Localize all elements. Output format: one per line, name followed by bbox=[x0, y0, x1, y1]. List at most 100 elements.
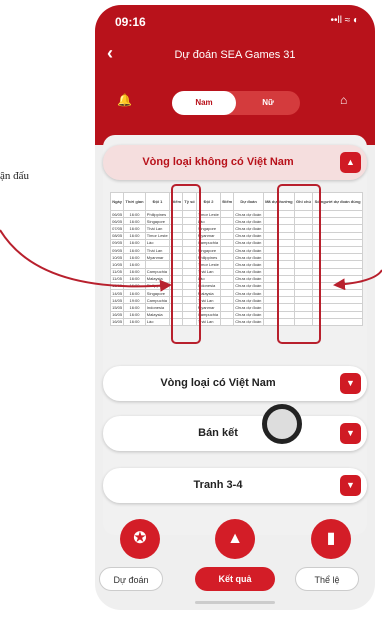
table-row: 16/05 16:00 Malaysia Campuchia Chưa dự đoán bbox=[109, 310, 363, 319]
table-cell bbox=[220, 231, 235, 240]
table-cell: 16:00 bbox=[123, 231, 146, 240]
table-cell: 10/05 bbox=[109, 260, 125, 269]
table-cell: Chưa dự đoán bbox=[233, 281, 264, 291]
table-cell bbox=[220, 303, 235, 312]
home-icon[interactable]: ⌂ bbox=[340, 93, 347, 107]
medal-icon[interactable]: ✪ bbox=[120, 519, 160, 559]
group-label: Vòng loại có Việt Nam bbox=[160, 377, 276, 389]
column-header: Dự đoán bbox=[233, 192, 264, 211]
table-cell: 16:00 bbox=[123, 281, 146, 291]
table-row: 10/05 16:00 Myanmar Philippines Chưa dự đoán bbox=[109, 253, 363, 262]
table-cell: 11/05 bbox=[109, 274, 125, 283]
table-cell bbox=[220, 209, 235, 219]
table-row: 11/05 16:00 Malaysia Lào Chưa dự đoán bbox=[109, 274, 363, 283]
table-cell: Philippines bbox=[144, 209, 171, 219]
table-cell: 15/05 bbox=[109, 303, 125, 312]
table-cell bbox=[220, 238, 235, 247]
table-cell: Philippines bbox=[144, 281, 171, 291]
phone-screen: 09:16 ••ll ≈ ◐ ‹ Dự đoán SEA Games 31 🔔 … bbox=[95, 5, 375, 610]
table-cell: 11/05 bbox=[109, 267, 125, 276]
table-cell: Chưa dự đoán bbox=[233, 253, 264, 262]
table-cell: Chưa dự đoán bbox=[233, 317, 264, 327]
table-cell bbox=[220, 310, 235, 319]
table-cell: Chưa dự đoán bbox=[233, 296, 264, 305]
tab-nu[interactable]: Nữ bbox=[236, 91, 300, 115]
group-vong-loai-co-vn[interactable]: Vòng loại có Việt Nam ▼ bbox=[103, 366, 367, 401]
floating-assist-button[interactable] bbox=[262, 404, 302, 444]
status-time: 09:16 bbox=[115, 15, 146, 29]
table-cell bbox=[144, 260, 171, 269]
column-header: Điểm bbox=[220, 192, 235, 211]
home-indicator bbox=[195, 601, 275, 604]
table-cell: 16/05 bbox=[109, 317, 125, 327]
column-header: Thời gian bbox=[123, 192, 146, 211]
table-cell bbox=[220, 289, 235, 298]
du-doan-button[interactable]: Dự đoán bbox=[99, 567, 163, 591]
chevron-down-icon[interactable]: ▼ bbox=[340, 475, 361, 496]
table-row: 09/05 16:00 Thái Lan Singapore Chưa dự đoán bbox=[109, 245, 363, 255]
table-cell: 16:00 bbox=[123, 224, 146, 233]
table-cell bbox=[220, 296, 235, 305]
table-cell: 16:00 bbox=[123, 303, 146, 312]
table-row: 14/05 16:00 Singapore Malaysia Chưa dự đoán bbox=[109, 289, 363, 298]
table-cell: 16:00 bbox=[123, 260, 146, 269]
the-le-button[interactable]: Thể lệ bbox=[295, 567, 359, 591]
column-header: Đội 1 bbox=[144, 192, 171, 211]
chevron-down-icon[interactable]: ▼ bbox=[340, 373, 361, 394]
gender-toggle[interactable]: Nam Nữ bbox=[172, 91, 300, 115]
ket-qua-button[interactable]: Kết quả bbox=[195, 567, 275, 591]
bell-icon[interactable]: 🔔 bbox=[117, 93, 132, 107]
table-cell bbox=[220, 281, 235, 291]
table-cell: Thái Lan bbox=[144, 245, 171, 255]
chevron-up-icon[interactable]: ▲ bbox=[340, 152, 361, 173]
group-label: Tranh 3-4 bbox=[193, 479, 243, 491]
table-cell: 16:00 bbox=[123, 217, 146, 226]
chevron-down-icon[interactable]: ▼ bbox=[340, 423, 361, 444]
table-cell bbox=[220, 224, 235, 233]
table-row: 15/05 16:00 Indonesia Myanmar Chưa dự đoán bbox=[109, 303, 363, 312]
table-row: 13/05 16:00 Philippines Indonesia Chưa dự đo… bbox=[109, 281, 363, 291]
table-cell: 09/05 bbox=[109, 238, 125, 247]
table-cell: Chưa dự đoán bbox=[233, 267, 264, 276]
table-row: 11/05 16:00 Campuchia Thái Lan Chưa dự đoán bbox=[109, 267, 363, 276]
group-vong-loai-khong-vn[interactable]: Vòng loại không có Việt Nam ▲ bbox=[103, 145, 367, 180]
table-cell bbox=[220, 260, 235, 269]
table-cell: Thái Lan bbox=[144, 224, 171, 233]
table-cell: Lào bbox=[144, 317, 171, 327]
table-row: 14/05 19:00 Campuchia Thái Lan Chưa dự đoán bbox=[109, 296, 363, 305]
table-cell: 14/05 bbox=[109, 296, 125, 305]
book-icon[interactable]: ▮ bbox=[311, 519, 351, 559]
match-table: Ngày Thời gian Đội 1 Điểm Tỷ số Đội 2 Điểm Dự đ… bbox=[109, 192, 363, 327]
table-cell: Timor Leste bbox=[144, 231, 171, 240]
table-cell: Chưa dự đoán bbox=[233, 238, 264, 247]
table-cell: Chưa dự đoán bbox=[233, 260, 264, 269]
table-cell: Myanmar bbox=[144, 253, 171, 262]
table-row: 07/05 16:00 Thái Lan Singapore Chưa dự đoán bbox=[109, 224, 363, 233]
table-cell: Chưa dự đoán bbox=[233, 224, 264, 233]
table-cell: Chưa dự đoán bbox=[233, 245, 264, 255]
table-cell: 10/05 bbox=[109, 253, 125, 262]
group-tranh-3-4[interactable]: Tranh 3-4 ▼ bbox=[103, 468, 367, 503]
content-panel: Vòng loại không có Việt Nam ▲ Ngày Thời g… bbox=[103, 135, 367, 535]
table-cell bbox=[220, 253, 235, 262]
header-banner: 09:16 ••ll ≈ ◐ ‹ Dự đoán SEA Games 31 🔔 … bbox=[95, 5, 375, 145]
group-label: Vòng loại không có Việt Nam bbox=[142, 156, 294, 168]
table-cell bbox=[220, 274, 235, 283]
table-row: 06/05 16:00 Singapore Lào Chưa dự đoán bbox=[109, 217, 363, 226]
table-cell: 16:00 bbox=[123, 317, 146, 327]
group-ban-ket[interactable]: Bán kết ▼ bbox=[103, 416, 367, 451]
table-cell: 07/05 bbox=[109, 224, 125, 233]
highlight-code-column bbox=[277, 184, 321, 344]
table-cell: 14/05 bbox=[109, 289, 125, 298]
table-cell: 16:00 bbox=[123, 238, 146, 247]
table-cell: Chưa dự đoán bbox=[233, 209, 264, 219]
table-cell bbox=[220, 217, 235, 226]
page-title: Dự đoán SEA Games 31 bbox=[174, 49, 296, 61]
table-cell: Chưa dự đoán bbox=[233, 231, 264, 240]
table-cell: 16:00 bbox=[123, 310, 146, 319]
mountain-icon[interactable]: ▲ bbox=[215, 519, 255, 559]
table-cell: 16:00 bbox=[123, 289, 146, 298]
table-cell: Malaysia bbox=[144, 274, 171, 283]
table-cell: 16/05 bbox=[109, 310, 125, 319]
tab-nam[interactable]: Nam bbox=[172, 91, 236, 115]
